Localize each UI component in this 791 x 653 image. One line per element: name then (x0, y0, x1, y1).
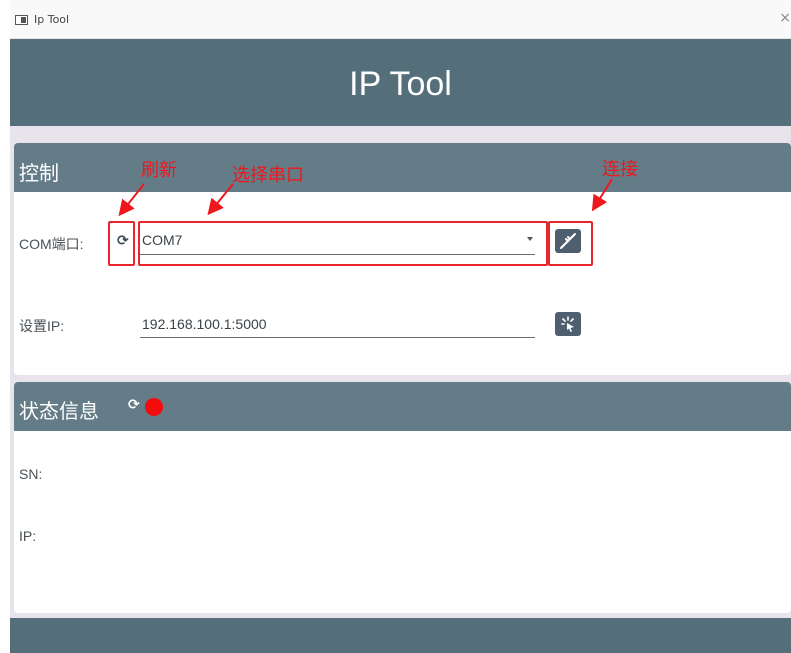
control-section-title: 控制 (19, 161, 59, 185)
app-header: IP Tool (10, 39, 791, 126)
close-button[interactable]: × (779, 10, 791, 26)
com-port-label: COM端口: (19, 236, 84, 252)
sparkle-click-icon (561, 316, 574, 332)
status-section: 状态信息 ⟳ SN: IP: (14, 382, 791, 613)
control-section-header: 控制 (14, 143, 791, 192)
ip-input-value: 192.168.100.1:5000 (142, 316, 267, 332)
annotation-select-port: 选择串口 (232, 165, 304, 186)
annotation-refresh: 刷新 (141, 160, 177, 181)
select-port-highlight-box (138, 221, 548, 266)
app-icon (15, 15, 28, 25)
footer-bar (10, 618, 791, 653)
ip-input[interactable]: 192.168.100.1:5000 (140, 313, 535, 338)
connect-highlight-box (548, 221, 593, 266)
connection-status-indicator (145, 398, 163, 416)
set-ip-label: 设置IP: (19, 318, 65, 334)
annotation-connect: 连接 (602, 159, 638, 180)
sn-label: SN: (19, 466, 43, 482)
app-title: IP Tool (349, 65, 452, 103)
set-ip-button[interactable] (555, 312, 581, 336)
refresh-icon: ⟳ (128, 397, 140, 413)
refresh-status-button[interactable]: ⟳ (128, 397, 140, 413)
window-title: Ip Tool (34, 13, 70, 26)
status-section-title: 状态信息 (19, 399, 99, 423)
ip-status-label: IP: (19, 528, 37, 544)
refresh-highlight-box (108, 221, 135, 266)
status-section-header: 状态信息 ⟳ (14, 382, 791, 431)
app-window: Ip Tool × IP Tool 控制 COM端口: ⟳ COM7 设置IP:… (10, 0, 791, 653)
title-bar: Ip Tool × (10, 0, 791, 39)
